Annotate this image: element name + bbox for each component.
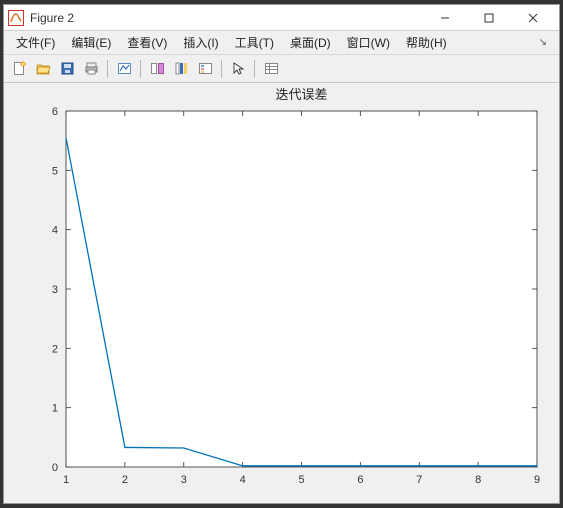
property-inspector-icon	[264, 61, 279, 76]
menu-desktop[interactable]: 桌面(D)	[284, 32, 337, 53]
y-tick-label: 6	[52, 106, 58, 118]
new-file-icon	[12, 61, 27, 76]
data-cursor-button[interactable]	[146, 58, 168, 80]
print-icon	[84, 61, 99, 76]
property-inspector-button[interactable]	[260, 58, 282, 80]
data-cursor-icon	[150, 61, 165, 76]
toolbar-separator	[140, 60, 141, 78]
link-axes-button[interactable]	[113, 58, 135, 80]
y-tick-label: 3	[52, 284, 58, 296]
menu-overflow-icon[interactable]: ↘	[533, 37, 553, 48]
menu-edit[interactable]: 编辑(E)	[65, 32, 117, 53]
x-tick-label: 9	[534, 474, 540, 486]
open-folder-icon	[36, 61, 51, 76]
menu-insert[interactable]: 插入(I)	[177, 32, 224, 53]
x-tick-label: 6	[357, 474, 363, 486]
toolbar	[4, 55, 559, 83]
colorbar-icon	[174, 61, 189, 76]
y-tick-label: 5	[52, 165, 58, 177]
edit-plot-button[interactable]	[227, 58, 249, 80]
x-tick-label: 2	[122, 474, 128, 486]
y-tick-label: 2	[52, 343, 58, 355]
chart-title: 迭代误差	[275, 87, 327, 102]
toolbar-separator	[221, 60, 222, 78]
menu-tools[interactable]: 工具(T)	[229, 32, 280, 53]
matlab-figure-icon	[8, 10, 24, 26]
menu-view[interactable]: 查看(V)	[121, 32, 173, 53]
menu-file[interactable]: 文件(F)	[10, 32, 61, 53]
maximize-button[interactable]	[467, 6, 511, 30]
x-tick-label: 1	[63, 474, 69, 486]
x-tick-label: 7	[416, 474, 422, 486]
y-tick-label: 0	[52, 462, 58, 474]
x-tick-label: 5	[298, 474, 304, 486]
figure-window: Figure 2 文件(F) 编辑(E) 查看(V) 插入(I) 工具(T) 桌…	[3, 4, 560, 504]
x-tick-label: 4	[240, 474, 246, 486]
new-figure-button[interactable]	[8, 58, 30, 80]
link-icon	[117, 61, 132, 76]
open-button[interactable]	[32, 58, 54, 80]
window-title: Figure 2	[30, 11, 74, 25]
y-tick-label: 4	[52, 225, 58, 237]
y-tick-label: 1	[52, 403, 58, 415]
axes-pane[interactable]: 迭代误差0123456123456789	[4, 83, 559, 503]
menu-help[interactable]: 帮助(H)	[400, 32, 453, 53]
save-button[interactable]	[56, 58, 78, 80]
toolbar-separator	[107, 60, 108, 78]
x-tick-label: 8	[475, 474, 481, 486]
menu-window[interactable]: 窗口(W)	[341, 32, 396, 53]
pointer-icon	[231, 61, 246, 76]
colorbar-button[interactable]	[170, 58, 192, 80]
close-button[interactable]	[511, 6, 555, 30]
toolbar-separator	[254, 60, 255, 78]
x-tick-label: 3	[181, 474, 187, 486]
titlebar[interactable]: Figure 2	[4, 5, 559, 31]
legend-button[interactable]	[194, 58, 216, 80]
menubar: 文件(F) 编辑(E) 查看(V) 插入(I) 工具(T) 桌面(D) 窗口(W…	[4, 31, 559, 55]
iteration-error-line-chart: 迭代误差0123456123456789	[4, 83, 559, 501]
print-button[interactable]	[80, 58, 102, 80]
minimize-button[interactable]	[423, 6, 467, 30]
save-icon	[60, 61, 75, 76]
legend-icon	[198, 61, 213, 76]
